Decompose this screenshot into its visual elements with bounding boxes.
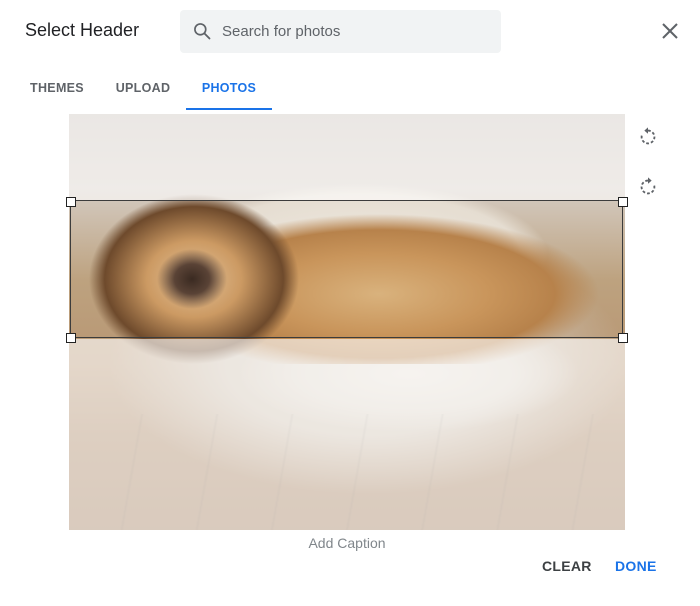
add-caption-field[interactable]: Add Caption [0, 535, 694, 551]
clear-button[interactable]: CLEAR [542, 558, 592, 574]
crop-handle-top-left[interactable] [66, 197, 76, 207]
rotate-left-icon[interactable] [637, 126, 659, 148]
done-button[interactable]: DONE [615, 558, 657, 574]
search-input[interactable] [222, 10, 482, 53]
tab-photos[interactable]: PHOTOS [186, 66, 272, 110]
close-icon[interactable] [658, 19, 682, 43]
tab-bar: THEMES UPLOAD PHOTOS [0, 66, 700, 110]
tab-upload[interactable]: UPLOAD [110, 66, 176, 110]
crop-handle-bottom-left[interactable] [66, 333, 76, 343]
crop-handle-bottom-right[interactable] [618, 333, 628, 343]
photo-dog-face [157, 249, 227, 309]
rotate-right-icon[interactable] [637, 176, 659, 198]
tab-themes[interactable]: THEMES [25, 66, 89, 110]
search-icon [194, 23, 211, 40]
crop-dim-top [69, 114, 625, 200]
crop-handle-top-right[interactable] [618, 197, 628, 207]
search-box[interactable] [180, 10, 501, 53]
dialog-title: Select Header [25, 20, 140, 40]
crop-dim-bottom [69, 339, 625, 530]
photo-preview [69, 114, 625, 530]
